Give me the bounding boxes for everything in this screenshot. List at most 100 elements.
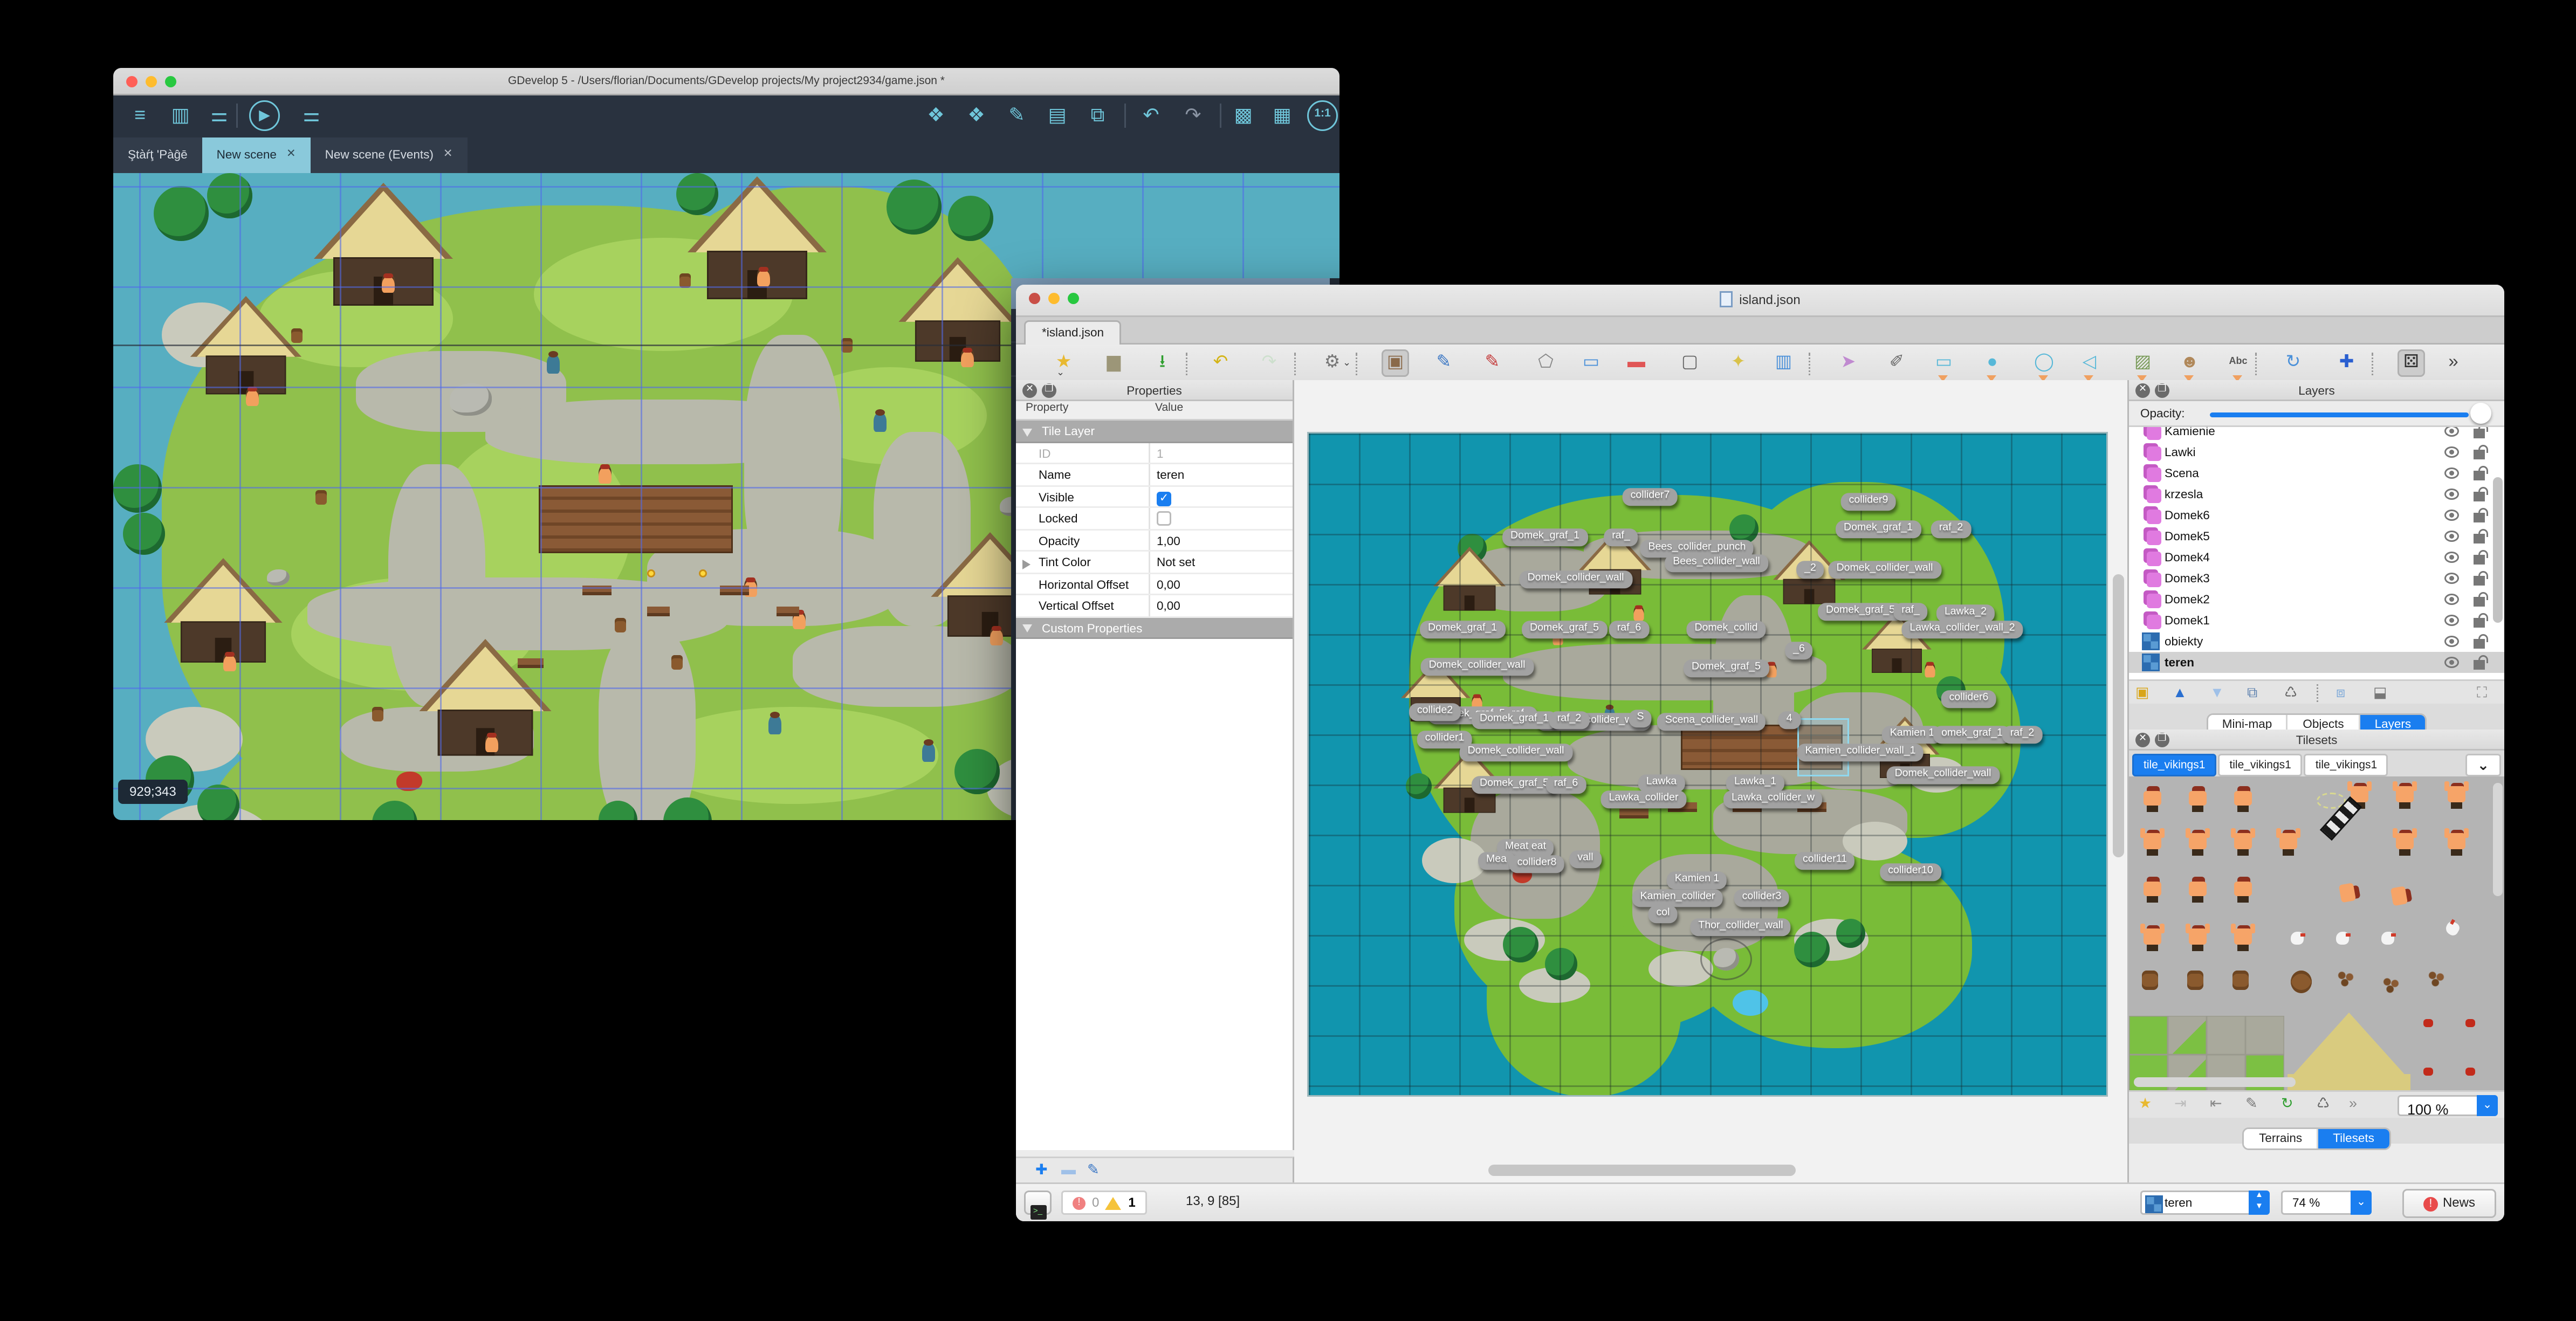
current-layer-combo[interactable]: teren ▲ ▼ — [2140, 1191, 2270, 1215]
eraser-icon[interactable]: ▬ — [1623, 349, 1650, 377]
map-canvas[interactable]: collider7 collider9 Domek_graf_1 raf_ Bees_c… — [1307, 432, 2108, 1097]
dock-tab-tilesets[interactable]: Tilesets — [2318, 1128, 2389, 1148]
viking-fallen-sprite[interactable] — [2332, 880, 2361, 906]
unlocked-padlock-icon[interactable] — [2474, 591, 2488, 607]
close-panel-icon[interactable]: ✕ — [1022, 383, 1037, 398]
barrel-side-sprite[interactable] — [2291, 971, 2312, 993]
visibility-eye-icon[interactable] — [2444, 427, 2459, 437]
chevron-down-icon[interactable]: ⌄ — [1343, 357, 1351, 369]
terrain-tile[interactable] — [2245, 1016, 2284, 1055]
layer-row-domek4[interactable]: Domek4 — [2129, 547, 2504, 568]
grid-eraser-icon[interactable]: ▩ — [1229, 102, 1257, 129]
grid-icon[interactable]: ▦ — [1268, 102, 1296, 129]
zoom-1-1-icon[interactable]: 1:1 — [1307, 100, 1338, 131]
visibility-eye-icon[interactable] — [2444, 573, 2459, 584]
visibility-eye-icon[interactable] — [2444, 467, 2459, 479]
viking-sprite[interactable] — [2187, 877, 2208, 903]
insert-tile-icon[interactable]: ▨ — [2129, 349, 2156, 382]
insert-template-icon[interactable]: ☻ — [2176, 349, 2203, 382]
scene-list-icon[interactable]: ▥ — [167, 102, 194, 129]
crab-sprite[interactable] — [2423, 1019, 2433, 1027]
lower-layer-icon[interactable]: ▼ — [2210, 684, 2224, 700]
property-value[interactable]: ✓ — [1149, 486, 1293, 506]
visibility-eye-icon[interactable] — [2444, 489, 2459, 500]
viking-sprite[interactable] — [2276, 828, 2300, 856]
layer-row-krzesla[interactable]: krzesla — [2129, 484, 2504, 505]
close-tab-icon[interactable]: ✕ — [286, 137, 296, 173]
unlocked-padlock-icon[interactable] — [2474, 633, 2488, 649]
delete-layer-icon[interactable]: ♺ — [2284, 684, 2297, 701]
wood-debris-sprite[interactable] — [2427, 971, 2446, 987]
viking-sprite[interactable] — [2231, 828, 2255, 856]
tiled-titlebar[interactable]: island.json — [1016, 285, 2504, 317]
float-panel-icon[interactable]: ❐ — [1042, 383, 1056, 398]
dock-tab-terrains[interactable]: Terrains — [2244, 1128, 2319, 1148]
barrel-sprite[interactable] — [2232, 971, 2249, 990]
crab-sprite[interactable] — [2465, 1019, 2475, 1027]
insert-polygon-icon[interactable]: ◁ — [2076, 349, 2103, 382]
news-button[interactable]: ! News — [2402, 1188, 2496, 1217]
expand-icon[interactable] — [1022, 559, 1031, 569]
viking-sprite[interactable] — [2142, 786, 2163, 812]
property-row-opacity[interactable]: Opacity 1,00 — [1016, 529, 1293, 552]
viking-sprite[interactable] — [2444, 828, 2469, 856]
edit-polygons-icon[interactable]: ✐ — [1883, 349, 1911, 377]
viking-fallen-sprite[interactable] — [2383, 884, 2413, 909]
viking-sprite[interactable] — [2186, 828, 2210, 856]
insert-point-icon[interactable]: ● — [1979, 349, 2006, 382]
undo-icon[interactable]: ↶ — [1207, 349, 1234, 377]
tileset-grid[interactable] — [2129, 776, 2504, 1090]
edit-pencil-icon[interactable]: ✎ — [1003, 102, 1031, 129]
insert-rectangle-icon[interactable]: ▭ — [1930, 349, 1957, 382]
add-property-icon[interactable]: ✚ — [1035, 1161, 1048, 1179]
opacity-slider[interactable] — [2210, 412, 2469, 417]
viking-sprite[interactable] — [2140, 828, 2165, 856]
visibility-eye-icon[interactable] — [2444, 510, 2459, 521]
import-tileset-icon[interactable]: ⇥ — [2174, 1095, 2187, 1113]
automap-icon[interactable]: ⚙ — [1318, 349, 1346, 377]
layer-row-domek5[interactable]: Domek5 — [2129, 526, 2504, 547]
stamp-brush-icon[interactable]: ▣ — [1382, 349, 1409, 377]
tab-new-scene[interactable]: New scene ✕ — [202, 137, 311, 173]
instances-list-icon[interactable]: ▤ — [1043, 102, 1071, 129]
document-tab[interactable]: *island.json — [1024, 320, 1122, 345]
insert-ellipse-icon[interactable]: ◯ — [2030, 349, 2058, 382]
visibility-eye-icon[interactable] — [2444, 531, 2459, 542]
property-row-tile-layer[interactable]: Tile Layer — [1016, 421, 1293, 443]
export-file-icon[interactable]: ❖ — [922, 102, 950, 129]
crab-sprite[interactable] — [2423, 1068, 2433, 1076]
delete-tileset-icon[interactable]: ♺ — [2317, 1095, 2330, 1113]
barrel-sprite[interactable] — [2142, 971, 2158, 990]
unlocked-padlock-icon[interactable] — [2474, 549, 2488, 565]
rotate-icon[interactable]: ↻ — [2279, 349, 2307, 377]
terrain-tile[interactable] — [2168, 1016, 2207, 1055]
tileset-zoom-combo[interactable]: 100 % ⌄ — [2398, 1094, 2498, 1117]
viking-sprite[interactable] — [2393, 781, 2417, 809]
preview-settings-icon[interactable]: ⚌ — [298, 102, 325, 129]
visibility-eye-icon[interactable] — [2444, 552, 2459, 563]
close-panel-icon[interactable]: ✕ — [2135, 733, 2150, 747]
project-manager-icon[interactable]: ≡ — [126, 102, 154, 129]
property-value[interactable]: 0,00 — [1149, 573, 1293, 594]
layer-row-teren[interactable]: teren — [2129, 652, 2504, 673]
layer-row-lawki[interactable]: Lawki — [2129, 442, 2504, 463]
viking-sprite[interactable] — [2232, 786, 2254, 812]
layer-row-domek1[interactable]: Domek1 — [2129, 610, 2504, 631]
tileset-horizontal-scrollbar[interactable] — [2134, 1077, 2296, 1087]
terrain-tile[interactable] — [2129, 1016, 2168, 1055]
chicken-sprite[interactable] — [2443, 919, 2462, 938]
terrain-brush-icon[interactable]: ✎ — [1430, 349, 1458, 377]
layer-row-kamienie[interactable]: Kamienie — [2129, 427, 2504, 442]
edit-tileset-icon[interactable]: ✎ — [2245, 1095, 2258, 1113]
chevron-down-icon[interactable]: ⌄ — [1056, 367, 1064, 379]
property-value[interactable]: 1,00 — [1149, 529, 1293, 550]
property-row-locked[interactable]: Locked — [1016, 508, 1293, 530]
visibility-eye-icon[interactable] — [2444, 594, 2459, 605]
property-value[interactable] — [1149, 508, 1293, 528]
checkbox-checked-icon[interactable]: ✓ — [1157, 491, 1171, 506]
tab-new-scene-events-[interactable]: New scene (Events) ✕ — [310, 137, 468, 173]
viking-sprite[interactable] — [2140, 924, 2165, 951]
visibility-eye-icon[interactable] — [2444, 636, 2459, 647]
move-icon[interactable]: ✚ — [2333, 349, 2360, 377]
tileset-tab-2[interactable]: tile_vikings1 — [2304, 753, 2389, 776]
